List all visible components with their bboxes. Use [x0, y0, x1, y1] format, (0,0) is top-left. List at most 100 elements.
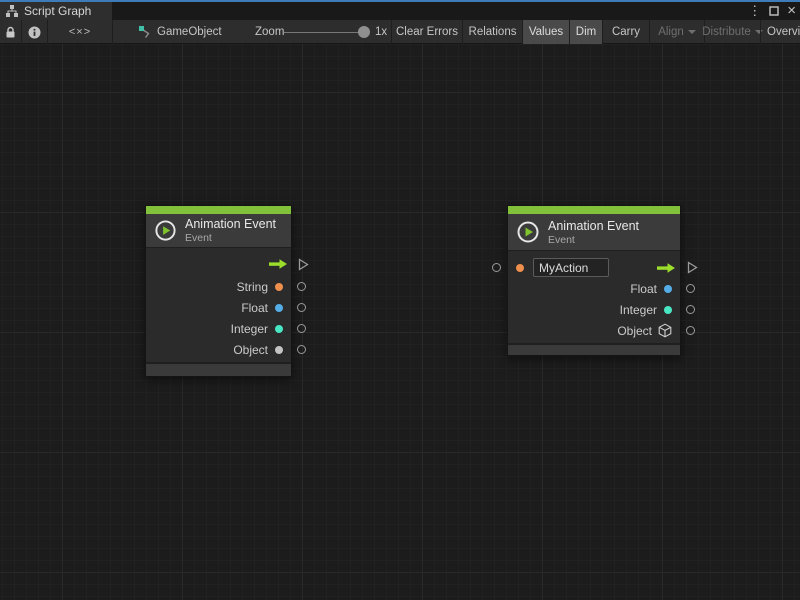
- port-label: Object: [617, 324, 652, 338]
- zoom-value-wrap: 1x: [375, 20, 387, 44]
- flow-output-port[interactable]: [298, 258, 309, 276]
- node-animation-event-1[interactable]: Animation Event Event: [145, 205, 292, 377]
- node-subtitle: Event: [548, 234, 639, 246]
- object-type-dot: [275, 346, 283, 354]
- port-label: Integer: [620, 303, 657, 317]
- object-output-port[interactable]: [297, 345, 306, 354]
- button-label: Carry: [612, 26, 640, 38]
- port-label: Integer: [231, 322, 268, 336]
- tab-script-graph[interactable]: Script Graph: [0, 2, 112, 20]
- values-toggle-button[interactable]: Values: [522, 20, 569, 44]
- button-label: Distribute: [702, 26, 751, 38]
- zoom-slider-track[interactable]: [284, 32, 366, 33]
- event-play-icon: [516, 220, 540, 244]
- maximize-icon[interactable]: [769, 6, 779, 16]
- code-angle-icon: <×>: [69, 26, 91, 38]
- event-play-icon: [154, 219, 177, 242]
- output-row-object: Object: [146, 339, 291, 360]
- cube-icon: [658, 323, 672, 338]
- carry-toggle-button[interactable]: Carry: [602, 20, 649, 44]
- info-icon: [28, 26, 41, 39]
- object-output-port[interactable]: [686, 326, 695, 335]
- toolbar-divider: [112, 20, 113, 44]
- integer-output-port[interactable]: [297, 324, 306, 333]
- node-title: Animation Event: [185, 217, 276, 231]
- port-label: Float: [241, 301, 268, 315]
- node-title: Animation Event: [548, 219, 639, 233]
- name-input-port[interactable]: [492, 263, 501, 272]
- output-row-float: Float: [146, 297, 291, 318]
- zoom-label-wrap: Zoom: [255, 20, 284, 44]
- node-animation-event-2[interactable]: Animation Event Event: [507, 205, 681, 356]
- align-dropdown-button[interactable]: Align: [649, 20, 704, 44]
- output-row-object: Object: [508, 320, 680, 341]
- node-subtitle: Event: [185, 232, 276, 244]
- port-label: Object: [233, 343, 268, 357]
- output-row-float: Float: [508, 278, 680, 299]
- integer-type-dot: [275, 325, 283, 333]
- name-input-row: [508, 257, 680, 278]
- float-output-port[interactable]: [686, 284, 695, 293]
- flow-arrow-icon: [656, 262, 676, 274]
- button-label: Align: [658, 26, 684, 38]
- close-icon[interactable]: ×: [787, 2, 796, 20]
- node-footer: [508, 343, 680, 355]
- node-header[interactable]: Animation Event Event: [508, 214, 680, 251]
- string-output-port[interactable]: [297, 282, 306, 291]
- button-label: Overview: [767, 26, 800, 38]
- code-preview-button[interactable]: <×>: [48, 20, 112, 44]
- tab-title: Script Graph: [24, 4, 91, 18]
- output-row-integer: Integer: [146, 318, 291, 339]
- node-titles: Animation Event Event: [548, 219, 639, 246]
- chevron-down-icon: [688, 30, 696, 34]
- port-label: String: [237, 280, 268, 294]
- float-type-dot: [275, 304, 283, 312]
- string-type-dot: [275, 283, 283, 291]
- script-graph-window: Script Graph ⋮ × <×>: [0, 0, 800, 600]
- zoom-value: 1x: [375, 26, 387, 38]
- button-label: Values: [529, 26, 563, 38]
- integer-type-dot: [664, 306, 672, 314]
- integer-output-port[interactable]: [686, 305, 695, 314]
- graph-target-breadcrumb[interactable]: GameObject: [138, 20, 222, 44]
- dim-toggle-button[interactable]: Dim: [569, 20, 602, 44]
- clear-errors-button[interactable]: Clear Errors: [392, 20, 462, 44]
- graph-toolbar: <×> GameObject Zoom 1x Clear Errors Rela…: [0, 20, 800, 44]
- output-row-string: String: [146, 276, 291, 297]
- flow-arrow-icon: [268, 258, 288, 270]
- trigger-output-row: [146, 252, 291, 276]
- event-name-input[interactable]: [533, 258, 609, 277]
- node-body: Float Integer Object: [508, 251, 680, 343]
- hierarchy-icon: [6, 5, 18, 17]
- zoom-slider-handle[interactable]: [358, 26, 370, 38]
- overview-button[interactable]: Overview: [760, 20, 800, 44]
- relations-button[interactable]: Relations: [462, 20, 522, 44]
- lock-button[interactable]: [0, 20, 21, 44]
- node-titles: Animation Event Event: [185, 217, 276, 244]
- float-output-port[interactable]: [297, 303, 306, 312]
- tab-bar: Script Graph ⋮ ×: [0, 2, 800, 20]
- button-label: Clear Errors: [396, 26, 458, 38]
- script-graph-asset-icon: [138, 25, 152, 39]
- graph-target-label: GameObject: [157, 26, 222, 38]
- node-body: String Float Integer Object: [146, 248, 291, 362]
- string-type-dot: [516, 264, 524, 272]
- graph-canvas[interactable]: Animation Event Event: [0, 44, 800, 600]
- node-header[interactable]: Animation Event Event: [146, 214, 291, 248]
- node-accent-bar: [146, 206, 291, 214]
- node-footer: [146, 362, 291, 376]
- window-menu-icon[interactable]: ⋮: [748, 2, 761, 20]
- info-button[interactable]: [22, 20, 47, 44]
- port-label: Float: [630, 282, 657, 296]
- window-controls: ⋮ ×: [748, 2, 796, 20]
- zoom-label: Zoom: [255, 26, 284, 38]
- lock-icon: [5, 26, 16, 39]
- toolbar-button-strip: Clear Errors Relations Values Dim Carry …: [392, 20, 800, 44]
- button-label: Dim: [576, 26, 596, 38]
- output-row-integer: Integer: [508, 299, 680, 320]
- float-type-dot: [664, 285, 672, 293]
- distribute-dropdown-button[interactable]: Distribute: [704, 20, 760, 44]
- flow-output-port[interactable]: [687, 261, 698, 279]
- node-accent-bar: [508, 206, 680, 214]
- button-label: Relations: [469, 26, 517, 38]
